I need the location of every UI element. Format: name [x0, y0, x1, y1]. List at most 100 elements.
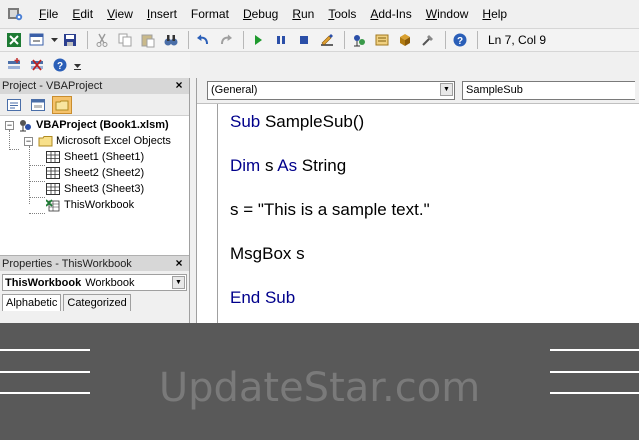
object-combo-value: (General)	[211, 84, 258, 96]
menu-help[interactable]: Help	[475, 0, 514, 28]
code-line: Dim s As String	[230, 156, 347, 175]
tree-node-label: VBAProject (Book1.xlsm)	[36, 119, 169, 131]
tree-node-thisworkbook[interactable]: ThisWorkbook	[45, 197, 134, 213]
project-explorer: Project - VBAProject × − VBAProject (Boo…	[0, 78, 190, 255]
menu-file[interactable]: File	[32, 0, 65, 28]
menu-view[interactable]: View	[100, 0, 140, 28]
vba-project-icon	[17, 118, 33, 132]
tree-connector	[9, 130, 10, 150]
code-editor[interactable]: Sub SampleSub() Dim s As String s = "Thi…	[197, 104, 639, 323]
paste-icon[interactable]	[138, 30, 158, 50]
design-mode-icon[interactable]	[317, 30, 337, 50]
view-excel-icon[interactable]	[4, 30, 24, 50]
brand-watermark: UpdateStar.com	[158, 365, 481, 411]
object-selector[interactable]: ThisWorkbook Workbook ▼	[2, 274, 187, 291]
tree-collapse-toggle[interactable]: −	[24, 137, 33, 146]
run-icon[interactable]	[248, 30, 268, 50]
code-margin	[217, 104, 218, 323]
break-icon[interactable]	[271, 30, 291, 50]
menu-insert[interactable]: Insert	[140, 0, 184, 28]
redo-icon[interactable]	[216, 30, 236, 50]
project-panel-tools	[0, 94, 189, 116]
cut-icon[interactable]	[92, 30, 112, 50]
chevron-down-icon[interactable]: ▼	[172, 276, 185, 289]
toggle-folders-icon[interactable]	[52, 95, 72, 114]
code-line: End Sub	[230, 288, 296, 307]
tree-connector	[9, 149, 19, 150]
tree-connector	[29, 181, 45, 182]
tree-node-sheet1[interactable]: Sheet1 (Sheet1)	[45, 149, 144, 165]
toolbar-separator	[445, 31, 446, 49]
folder-icon	[37, 134, 53, 148]
remove-module-icon[interactable]	[27, 55, 47, 75]
tree-collapse-toggle[interactable]: −	[5, 121, 14, 130]
tree-node-label: Microsoft Excel Objects	[56, 135, 171, 147]
properties-panel-close-button[interactable]: ×	[173, 256, 185, 270]
tree-node-excel-objects[interactable]: Microsoft Excel Objects	[37, 133, 171, 149]
toolbar-separator	[477, 31, 478, 49]
updatestar-banner: UpdateStar.com	[0, 323, 639, 440]
code-window: (General) ▼ SampleSub Sub SampleSub() Di…	[196, 78, 639, 323]
undo-icon[interactable]	[193, 30, 213, 50]
menu-bar: File Edit View Insert Format Debug Run T…	[0, 0, 639, 28]
tree-node-label: Sheet2 (Sheet2)	[64, 167, 145, 179]
decorative-stripe	[550, 349, 639, 351]
properties-window: Properties - ThisWorkbook × ThisWorkbook…	[0, 255, 190, 323]
menu-tools[interactable]: Tools	[321, 0, 363, 28]
chevron-down-icon[interactable]: ▼	[440, 83, 453, 96]
properties-panel-title-text: Properties - ThisWorkbook	[2, 258, 132, 270]
save-icon[interactable]	[60, 30, 80, 50]
tree-node-sheet3[interactable]: Sheet3 (Sheet3)	[45, 181, 144, 197]
tab-alphabetic[interactable]: Alphabetic	[2, 294, 62, 311]
procedure-combo-value: SampleSub	[466, 84, 523, 96]
project-explorer-icon[interactable]	[349, 30, 369, 50]
code-line: s = "This is a sample text."	[230, 200, 430, 219]
dropdown-arrow-icon[interactable]	[50, 30, 58, 50]
object-combo[interactable]: (General) ▼	[207, 81, 455, 100]
toolbar-separator	[188, 31, 189, 49]
object-browser-icon[interactable]	[395, 30, 415, 50]
tree-node-label: ThisWorkbook	[64, 199, 135, 211]
standard-toolbar: ? Ln 7, Col 9	[0, 28, 639, 52]
menu-edit[interactable]: Edit	[65, 0, 100, 28]
tree-node-label: Sheet1 (Sheet1)	[64, 151, 145, 163]
cursor-position-status: Ln 7, Col 9	[488, 33, 547, 47]
toolbar-separator	[243, 31, 244, 49]
decorative-stripe	[0, 349, 90, 351]
object-type: Workbook	[85, 276, 135, 289]
project-panel-close-button[interactable]: ×	[173, 78, 185, 92]
reset-icon[interactable]	[294, 30, 314, 50]
menu-add-ins[interactable]: Add-Ins	[363, 0, 418, 28]
tab-categorized[interactable]: Categorized	[63, 294, 131, 311]
menu-debug[interactable]: Debug	[236, 0, 285, 28]
toolbox-icon[interactable]	[418, 30, 438, 50]
help-icon[interactable]: ?	[50, 55, 70, 75]
properties-window-icon[interactable]	[372, 30, 392, 50]
svg-text:?: ?	[57, 61, 63, 72]
tree-node-sheet2[interactable]: Sheet2 (Sheet2)	[45, 165, 144, 181]
tree-connector	[29, 146, 30, 204]
tree-node-vbaproject[interactable]: VBAProject (Book1.xlsm)	[17, 117, 169, 133]
menu-format[interactable]: Format	[184, 0, 236, 28]
code-line: Sub SampleSub()	[230, 112, 365, 131]
worksheet-icon	[45, 150, 61, 164]
help-icon[interactable]: ?	[450, 30, 470, 50]
insert-userform-icon[interactable]	[27, 30, 47, 50]
procedure-combo[interactable]: SampleSub	[462, 81, 635, 100]
tree-connector	[29, 165, 45, 166]
view-code-icon[interactable]	[4, 96, 24, 114]
tree-node-label: Sheet3 (Sheet3)	[64, 183, 145, 195]
properties-tabs: Alphabetic Categorized	[2, 294, 189, 311]
workbook-icon	[45, 198, 61, 212]
toolbar-overflow-icon[interactable]	[73, 55, 81, 75]
toolbar-separator	[87, 31, 88, 49]
insert-module-icon[interactable]	[4, 55, 24, 75]
menu-run[interactable]: Run	[285, 0, 321, 28]
vba-app-icon[interactable]	[4, 3, 26, 25]
find-icon[interactable]	[161, 30, 181, 50]
menu-window[interactable]: Window	[419, 0, 476, 28]
tree-connector	[29, 197, 45, 198]
view-object-icon[interactable]	[28, 96, 48, 114]
worksheet-icon	[45, 182, 61, 196]
copy-icon[interactable]	[115, 30, 135, 50]
